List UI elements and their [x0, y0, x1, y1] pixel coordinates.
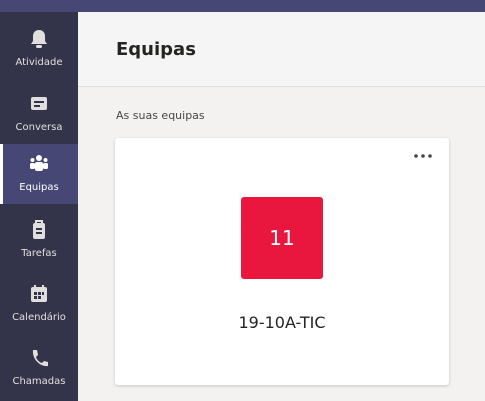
rail-item-chamadas[interactable]: Chamadas: [0, 338, 78, 398]
calendar-icon: [31, 285, 47, 302]
tasks-icon: [33, 220, 45, 239]
rail-item-atividade[interactable]: Atividade: [0, 19, 78, 79]
rail-item-label: Chamadas: [12, 376, 66, 387]
rail-item-tarefas[interactable]: Tarefas: [0, 210, 78, 270]
team-avatar: 11: [241, 197, 323, 279]
teams-app-window: Atividade Conversa Equipas Tarefas Calen…: [0, 0, 485, 401]
app-rail: Atividade Conversa Equipas Tarefas Calen…: [0, 12, 78, 401]
rail-item-label: Calendário: [12, 312, 66, 323]
page-header: Equipas: [78, 12, 485, 87]
section-label: As suas equipas: [116, 109, 205, 122]
rail-item-label: Conversa: [15, 122, 63, 133]
teams-icon: [30, 155, 48, 171]
rail-item-conversa[interactable]: Conversa: [0, 84, 78, 144]
phone-icon: [32, 350, 48, 367]
chat-icon: [31, 97, 47, 110]
rail-item-calendario[interactable]: Calendário: [0, 274, 78, 334]
bell-icon: [31, 30, 47, 48]
rail-item-label: Atividade: [15, 57, 63, 68]
top-bar: [0, 0, 485, 12]
more-options-icon[interactable]: [411, 148, 435, 164]
rail-item-label: Equipas: [19, 182, 59, 193]
rail-item-equipas[interactable]: Equipas: [0, 144, 78, 204]
team-card[interactable]: 11 19-10A-TIC: [115, 138, 449, 385]
main-content: Equipas As suas equipas 11 19-10A-TIC: [78, 12, 485, 401]
team-name: 19-10A-TIC: [238, 313, 326, 332]
page-title: Equipas: [116, 39, 196, 60]
rail-item-label: Tarefas: [21, 248, 57, 259]
